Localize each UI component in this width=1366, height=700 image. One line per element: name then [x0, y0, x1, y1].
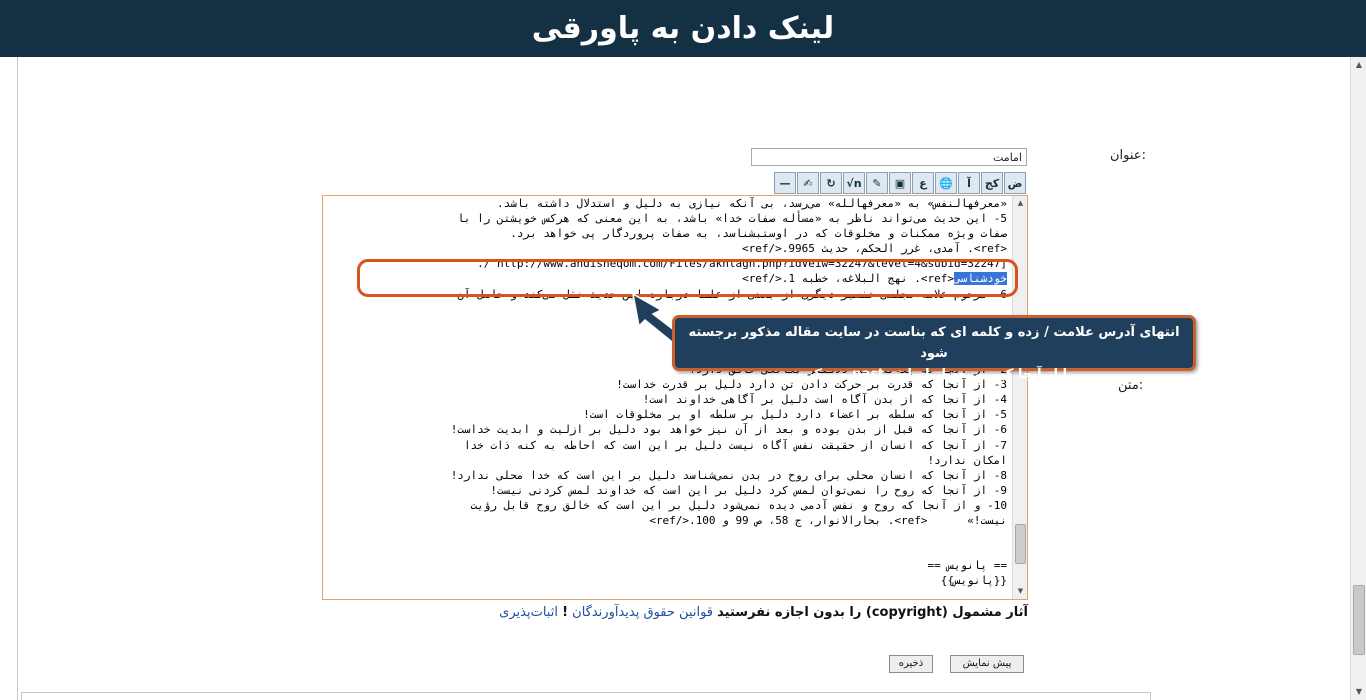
pen-button[interactable]: ✎: [866, 172, 888, 194]
ain-button[interactable]: ع: [912, 172, 934, 194]
editor-line: «معرفهالنفس» به «معرفهالله» می‌رسد، بی آ…: [497, 197, 1007, 210]
signature-button[interactable]: ✍: [797, 172, 819, 194]
editor-line: 4- از آنجا که از بدن آگاه است دلیل بر آگ…: [642, 393, 1007, 407]
editor-line: امکان ندارد!: [927, 453, 1007, 467]
page-header: لینک دادن به پاورقی: [0, 0, 1366, 57]
madd-button[interactable]: آ: [958, 172, 980, 194]
copyright-rules-link[interactable]: قوانین حقوق پدیدآورندگان: [572, 605, 713, 620]
math-button[interactable]: √n: [843, 172, 865, 194]
callout-line-2: را از آنجا کپی و بعد از اسلش past می کنی…: [793, 367, 1075, 382]
editor-line: 5- از آنجا که سلطه بر اعضاء دارد دلیل بر…: [583, 408, 1007, 422]
editor-line: 7- از آنجا که انسان از حقیقت نفس آگاه نی…: [463, 438, 1007, 452]
callout-line-1: انتهای آدرس علامت / زده و کلمه ای که بنا…: [688, 325, 1180, 361]
image-button[interactable]: ▣: [889, 172, 911, 194]
bottom-frame: [21, 692, 1151, 700]
save-button[interactable]: ذخیره: [889, 655, 933, 673]
copyright-notice: آثار مشمول (copyright) را بدون اجازه نفر…: [428, 605, 1028, 620]
editor-line: {{پانویس}}: [940, 574, 1007, 588]
refresh-button[interactable]: ↻: [820, 172, 842, 194]
editor-content[interactable]: «معرفهالنفس» به «معرفهالله» می‌رسد، بی آ…: [327, 196, 1007, 588]
page-title: لینک دادن به پاورقی: [531, 11, 835, 46]
copyright-separator: !: [562, 605, 569, 620]
globe-button[interactable]: 🌐: [935, 172, 957, 194]
editor-line: 5- این حدیث می‌تواند ناظر به «مسأله صفات…: [457, 212, 1007, 226]
preview-button[interactable]: پیش نمایش: [950, 655, 1024, 673]
editor-scroll-down-icon[interactable]: ▼: [1013, 584, 1027, 598]
editor-line: == پانویس ==: [927, 559, 1007, 573]
editor-line: نیست!» <ref>. بحارالانوار، ج 58، ص 99 و …: [649, 513, 1007, 527]
kaj-button[interactable]: کج: [981, 172, 1003, 194]
scrollbar-thumb[interactable]: [1353, 585, 1365, 655]
editor-line: 8- از آنجا که انسان محلی برای روح در بدن…: [450, 468, 1007, 482]
copyright-text: آثار مشمول (copyright) را بدون اجازه نفر…: [717, 605, 1028, 620]
editor-line: 6- از آنجا که قبل از بدن بوده و بعد از آ…: [450, 423, 1007, 437]
editor-line: 9- از آنجا که روح را نمی‌توان لمس کرد دل…: [490, 483, 1007, 497]
editor-line: صفات ویژه ممکنات و مخلوقات که در اوستبشن…: [510, 227, 1007, 241]
title-label: عنوان:: [1110, 148, 1146, 163]
editor-scroll-up-icon[interactable]: ▲: [1013, 196, 1027, 210]
title-input[interactable]: [751, 148, 1027, 166]
text-editor[interactable]: «معرفهالنفس» به «معرفهالله» می‌رسد، بی آ…: [322, 195, 1028, 600]
editor-toolbar: — ✍ ↻ √n ✎ ▣ ع 🌐 آ کج ض: [774, 172, 1026, 194]
scroll-up-icon[interactable]: ▲: [1351, 57, 1366, 73]
verifiability-link[interactable]: اثبات‌پذیری: [499, 605, 558, 620]
dash-button[interactable]: —: [774, 172, 796, 194]
zad-button[interactable]: ض: [1004, 172, 1026, 194]
editor-line: 10- و از آنجا که روح و نفس آدمی دیده نمی…: [470, 498, 1007, 512]
scroll-down-icon[interactable]: ▼: [1351, 684, 1366, 700]
editor-scroll-thumb[interactable]: [1015, 524, 1026, 564]
editor-line: <ref>. آمدی، غرر الحکم، حدیث 9965.</ref>: [742, 242, 1007, 256]
editor-scrollbar[interactable]: ▲ ▼: [1012, 196, 1027, 599]
instruction-callout: انتهای آدرس علامت / زده و کلمه ای که بنا…: [672, 315, 1196, 382]
page-scrollbar[interactable]: ▲ ▼: [1350, 57, 1366, 700]
